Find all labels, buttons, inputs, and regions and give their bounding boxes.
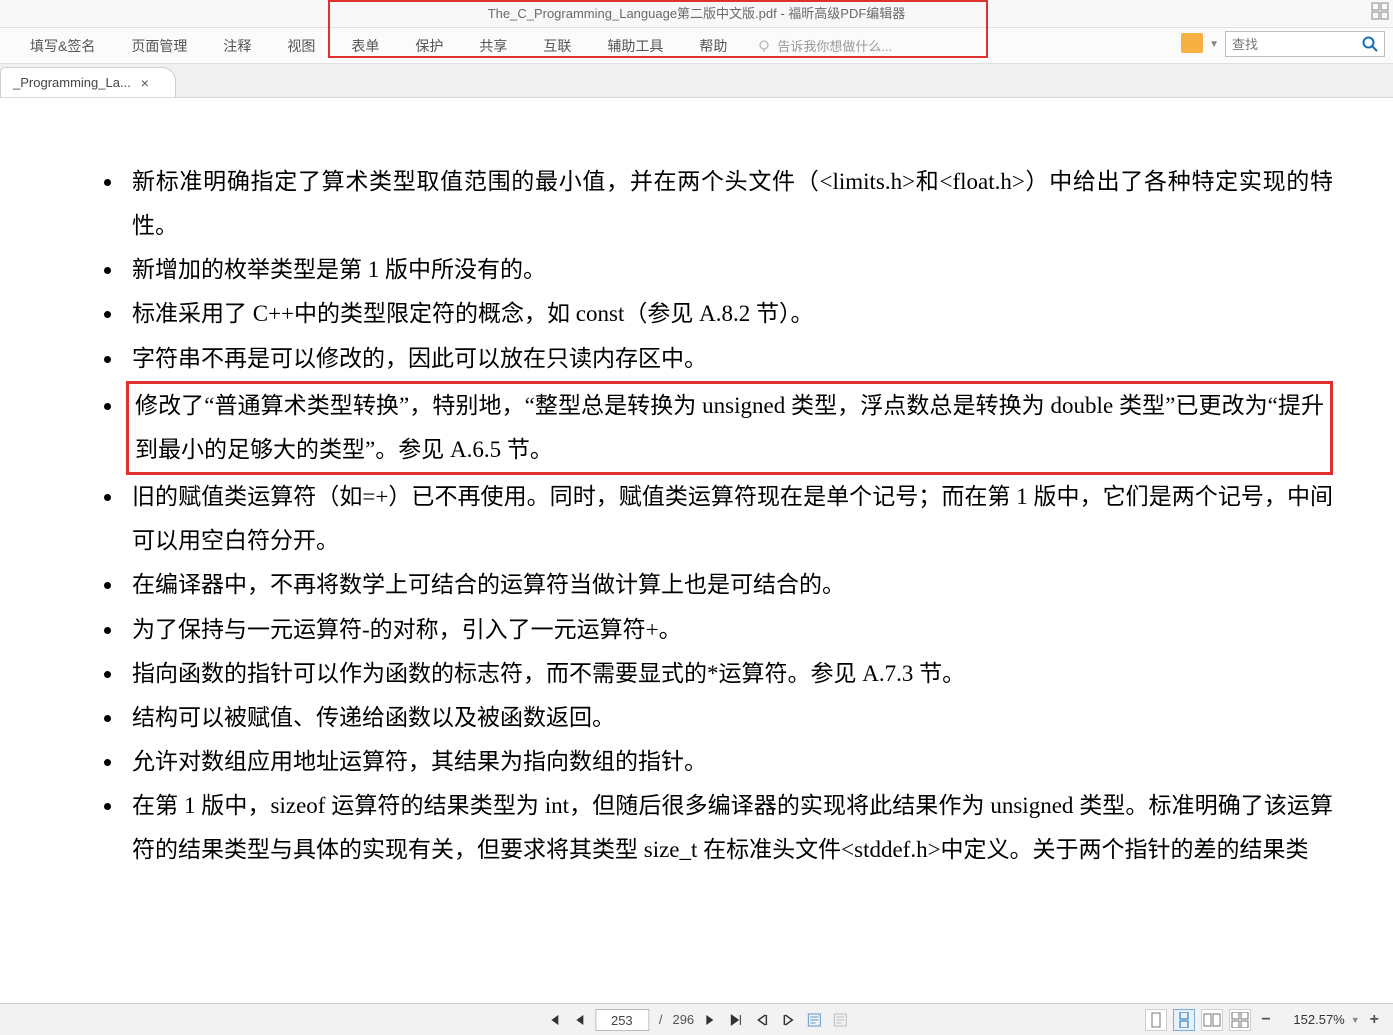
menu-fill-sign[interactable]: 填写&签名 <box>12 36 113 56</box>
menu-share[interactable]: 共享 <box>461 36 525 56</box>
document-view: 新标准明确指定了算术类型取值范围的最小值，并在两个头文件（<limits.h>和… <box>0 100 1393 1003</box>
status-bar: 253 / 296 − <box>0 1003 1393 1035</box>
reflow-button[interactable] <box>804 1010 824 1030</box>
page-separator: / <box>659 1012 663 1027</box>
folder-icon <box>1181 33 1203 53</box>
menu-page-mgmt[interactable]: 页面管理 <box>113 36 205 56</box>
menu-help[interactable]: 帮助 <box>681 36 745 56</box>
bullet-item: 为了保持与一元运算符-的对称，引入了一元运算符+。 <box>124 608 1333 652</box>
tell-me-label: 告诉我你想做什么... <box>777 36 892 55</box>
bullet-item: 新增加的枚举类型是第 1 版中所没有的。 <box>124 248 1333 292</box>
zoom-dropdown-icon[interactable]: ▼ <box>1351 1015 1360 1025</box>
continuous-view-button[interactable] <box>1173 1009 1195 1031</box>
bullet-item: 新标准明确指定了算术类型取值范围的最小值，并在两个头文件（<limits.h>和… <box>124 160 1333 248</box>
tab-strip: _Programming_La... × <box>0 64 1393 98</box>
menu-annotate[interactable]: 注释 <box>205 36 269 56</box>
content-highlight-annotation: 修改了“普通算术类型转换”，特别地，“整型总是转换为 unsigned 类型，浮… <box>126 381 1333 475</box>
two-page-view-button[interactable] <box>1201 1009 1223 1031</box>
two-page-continuous-button[interactable] <box>1229 1009 1251 1031</box>
prev-page-button[interactable] <box>569 1010 589 1030</box>
bullet-item: 在第 1 版中，sizeof 运算符的结果类型为 int，但随后很多编译器的实现… <box>124 784 1333 872</box>
title-bar: The_C_Programming_Language第二版中文版.pdf - 福… <box>0 0 1393 28</box>
bullet-item: 指向函数的指针可以作为函数的标志符，而不需要显式的*运算符。参见 A.7.3 节… <box>124 652 1333 696</box>
menu-protect[interactable]: 保护 <box>397 36 461 56</box>
bullet-item: 旧的赋值类运算符（如=+）已不再使用。同时，赋值类运算符现在是单个记号；而在第 … <box>124 475 1333 563</box>
bullet-item: 修改了“普通算术类型转换”，特别地，“整型总是转换为 unsigned 类型，浮… <box>124 381 1333 475</box>
page-total: 296 <box>672 1012 694 1027</box>
page-navigation: 253 / 296 <box>543 1009 850 1031</box>
tab-label: _Programming_La... <box>13 75 131 90</box>
next-page-button[interactable] <box>700 1010 720 1030</box>
search-box <box>1225 31 1385 57</box>
search-button[interactable] <box>1356 32 1384 56</box>
search-input[interactable] <box>1226 33 1356 55</box>
zoom-in-button[interactable]: + <box>1366 1011 1383 1029</box>
folder-dropdown-icon[interactable]: ▼ <box>1209 39 1219 50</box>
menu-connect[interactable]: 互联 <box>525 36 589 56</box>
forward-view-button[interactable] <box>778 1010 798 1030</box>
bullet-item: 字符串不再是可以修改的，因此可以放在只读内存区中。 <box>124 337 1333 381</box>
lightbulb-icon <box>757 39 771 53</box>
bullet-item: 允许对数组应用地址运算符，其结果为指向数组的指针。 <box>124 740 1333 784</box>
open-folder-button[interactable] <box>1181 33 1203 56</box>
zoom-out-button[interactable]: − <box>1257 1011 1274 1029</box>
bullet-item: 标准采用了 C++中的类型限定符的概念，如 const（参见 A.8.2 节）。 <box>124 292 1333 336</box>
menu-view[interactable]: 视图 <box>269 36 333 56</box>
menu-bar: 填写&签名 页面管理 注释 视图 表单 保护 共享 互联 辅助工具 帮助 告诉我… <box>0 28 1393 64</box>
single-page-view-button[interactable] <box>1145 1009 1167 1031</box>
view-controls: − 152.57% ▼ + <box>1145 1009 1383 1031</box>
document-tab[interactable]: _Programming_La... × <box>0 67 176 97</box>
bullet-item: 在编译器中，不再将数学上可结合的运算符当做计算上也是可结合的。 <box>124 563 1333 607</box>
window-title: The_C_Programming_Language第二版中文版.pdf - 福… <box>488 6 906 21</box>
menu-accessibility[interactable]: 辅助工具 <box>589 36 681 56</box>
bullet-item: 结构可以被赋值、传递给函数以及被函数返回。 <box>124 696 1333 740</box>
zoom-level[interactable]: 152.57% <box>1281 1012 1345 1027</box>
window-controls-icon[interactable] <box>1371 2 1389 20</box>
first-page-button[interactable] <box>543 1010 563 1030</box>
menu-form[interactable]: 表单 <box>333 36 397 56</box>
search-icon <box>1361 35 1379 53</box>
back-view-button[interactable] <box>752 1010 772 1030</box>
bullet-list: 新标准明确指定了算术类型取值范围的最小值，并在两个头文件（<limits.h>和… <box>80 160 1333 873</box>
reflow-off-button[interactable] <box>830 1010 850 1030</box>
last-page-button[interactable] <box>726 1010 746 1030</box>
tab-close-button[interactable]: × <box>141 75 149 91</box>
page-number-input[interactable]: 253 <box>595 1009 649 1031</box>
tell-me-search[interactable]: 告诉我你想做什么... <box>745 36 904 55</box>
